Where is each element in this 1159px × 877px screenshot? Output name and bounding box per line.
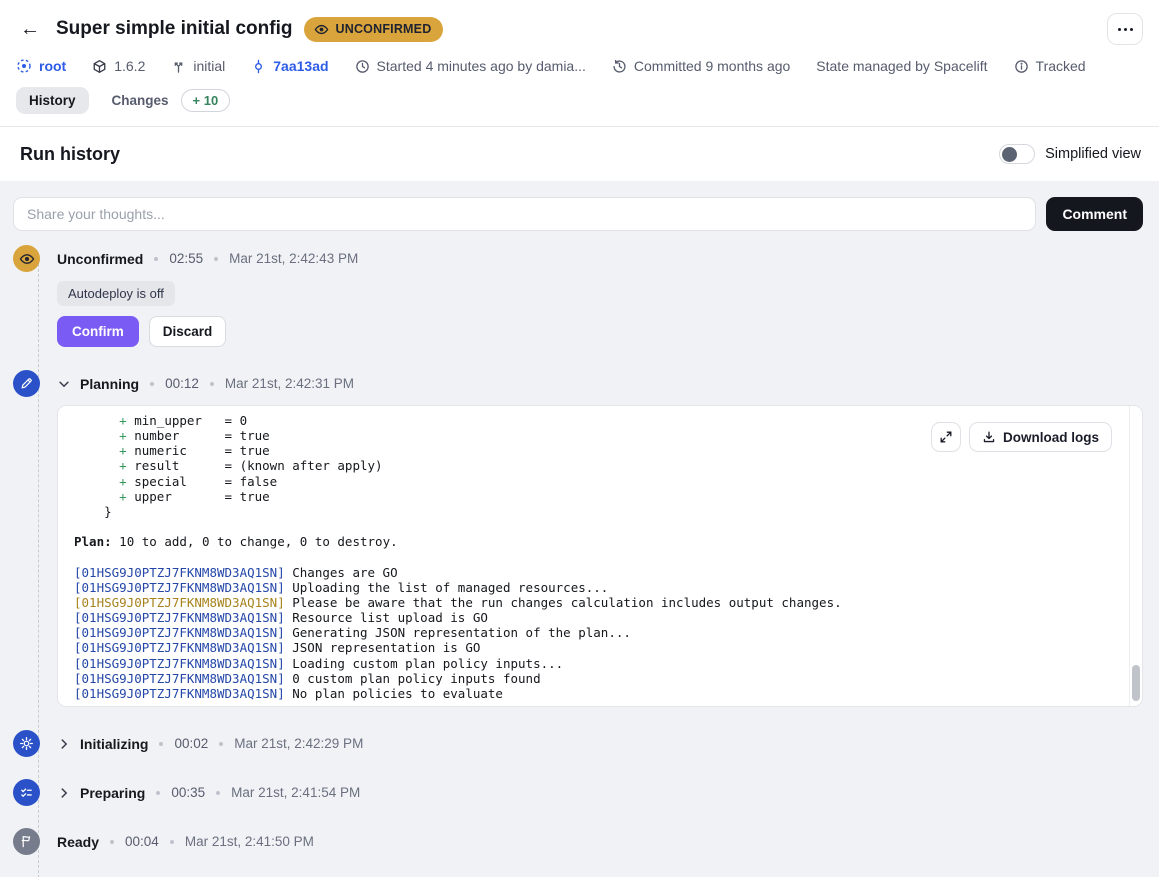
info-icon	[1014, 59, 1029, 74]
chevron-right-icon[interactable]	[57, 737, 71, 751]
meta-state-managed: State managed by Spacelift	[816, 58, 987, 74]
meta-started: Started 4 minutes ago by damia...	[355, 58, 586, 74]
confirm-button[interactable]: Confirm	[57, 316, 139, 347]
entry-timestamp: Mar 21st, 2:42:31 PM	[225, 376, 354, 391]
version-label: 1.6.2	[114, 58, 145, 74]
page-title: Super simple initial config	[56, 18, 292, 40]
entry-name: Ready	[57, 834, 99, 850]
entry-duration: 00:04	[125, 834, 159, 849]
autodeploy-badge: Autodeploy is off	[57, 281, 175, 306]
tab-history[interactable]: History	[16, 87, 89, 114]
log-line: [01HSG9J0PTZJ7FKNM8WD3AQ1SN] Loading cus…	[74, 656, 1126, 671]
planning-log-panel: + min_upper = 0 + number = true + numeri…	[57, 405, 1143, 707]
checklist-icon	[13, 779, 40, 806]
log-line	[74, 519, 1126, 534]
tracked-label: Tracked	[1036, 58, 1086, 74]
entry-duration: 02:55	[169, 251, 203, 266]
log-line: + upper = true	[74, 489, 1126, 504]
meta-branch: initial	[171, 58, 225, 74]
simplified-view-toggle[interactable]	[999, 144, 1035, 164]
pencil-icon	[13, 370, 40, 397]
meta-version: 1.6.2	[92, 58, 145, 74]
entry-name: Unconfirmed	[57, 251, 143, 267]
comment-button[interactable]: Comment	[1046, 197, 1143, 231]
log-scrollbar-thumb[interactable]	[1132, 665, 1140, 701]
branch-label: initial	[193, 58, 225, 74]
log-line: [01HSG9J0PTZJ7FKNM8WD3AQ1SN] No plan pol…	[74, 686, 1126, 701]
chevron-right-icon[interactable]	[57, 786, 71, 800]
simplified-view-label: Simplified view	[1045, 146, 1141, 162]
log-line: [01HSG9J0PTZJ7FKNM8WD3AQ1SN] Changes are…	[74, 565, 1126, 580]
eye-icon	[314, 22, 329, 37]
more-actions-button[interactable]	[1107, 13, 1143, 45]
log-line: [01HSG9J0PTZJ7FKNM8WD3AQ1SN] Uploading t…	[74, 580, 1126, 595]
log-line: }	[74, 504, 1126, 519]
entry-name: Planning	[80, 376, 139, 392]
meta-tracked: Tracked	[1014, 58, 1086, 74]
timeline-entry-planning: Planning 00:12 Mar 21st, 2:42:31 PM + mi…	[13, 370, 1143, 714]
flag-icon	[13, 828, 40, 855]
section-title: Run history	[20, 144, 120, 165]
log-line: [01HSG9J0PTZJ7FKNM8WD3AQ1SN] Please be a…	[74, 595, 1126, 610]
timeline-entry-initializing: Initializing 00:02 Mar 21st, 2:42:29 PM	[13, 730, 1143, 757]
gear-icon	[13, 730, 40, 757]
commit-link[interactable]: 7aa13ad	[273, 58, 328, 74]
log-line: + special = false	[74, 474, 1126, 489]
clock-history-icon	[612, 59, 627, 74]
discard-button[interactable]: Discard	[149, 316, 227, 347]
entry-name: Preparing	[80, 785, 145, 801]
commit-icon	[251, 59, 266, 74]
cube-icon	[92, 59, 107, 74]
log-scrollbar[interactable]	[1129, 406, 1142, 706]
committed-label: Committed 9 months ago	[634, 58, 790, 74]
chevron-down-icon[interactable]	[57, 377, 71, 391]
changes-count-badge[interactable]: + 10	[181, 89, 231, 112]
state-managed-label: State managed by Spacelift	[816, 58, 987, 74]
run-timeline: Unconfirmed 02:55 Mar 21st, 2:42:43 PM A…	[13, 245, 1143, 877]
stack-header: ← Super simple initial config UNCONFIRME…	[0, 0, 1159, 127]
meta-committed: Committed 9 months ago	[612, 58, 790, 74]
entry-name: Initializing	[80, 736, 148, 752]
expand-logs-button[interactable]	[931, 422, 961, 452]
back-button[interactable]: ←	[16, 17, 44, 41]
entry-duration: 00:12	[165, 376, 199, 391]
entry-duration: 00:35	[171, 785, 205, 800]
log-line: + result = (known after apply)	[74, 458, 1126, 473]
entry-timestamp: Mar 21st, 2:41:50 PM	[185, 834, 314, 849]
eye-icon	[13, 245, 40, 272]
download-logs-button[interactable]: Download logs	[969, 422, 1112, 452]
timeline-entry-unconfirmed: Unconfirmed 02:55 Mar 21st, 2:42:43 PM A…	[13, 245, 1143, 353]
timeline-entry-ready: Ready 00:04 Mar 21st, 2:41:50 PM	[13, 828, 1143, 855]
meta-commit[interactable]: 7aa13ad	[251, 58, 328, 74]
tab-bar: History Changes + 10	[16, 87, 1143, 126]
comment-input[interactable]	[13, 197, 1036, 231]
entry-timestamp: Mar 21st, 2:42:43 PM	[229, 251, 358, 266]
status-badge: UNCONFIRMED	[304, 17, 443, 42]
log-line: [01HSG9J0PTZJ7FKNM8WD3AQ1SN] Resource li…	[74, 610, 1126, 625]
status-badge-label: UNCONFIRMED	[335, 22, 431, 36]
meta-space[interactable]: root	[16, 58, 66, 74]
space-link[interactable]: root	[39, 58, 66, 74]
timeline-entry-preparing: Preparing 00:35 Mar 21st, 2:41:54 PM	[13, 779, 1143, 806]
run-history-bar: Run history Simplified view	[0, 127, 1159, 181]
log-line: [01HSG9J0PTZJ7FKNM8WD3AQ1SN] 0 custom pl…	[74, 671, 1126, 686]
run-history-content: Comment Unconfirmed 02:55 Mar 21st, 2:42…	[0, 181, 1159, 877]
space-icon	[16, 58, 32, 74]
download-icon	[982, 430, 996, 444]
stack-meta-row: root 1.6.2 initial 7aa1	[16, 58, 1143, 74]
entry-timestamp: Mar 21st, 2:41:54 PM	[231, 785, 360, 800]
expand-icon	[939, 430, 953, 444]
download-logs-label: Download logs	[1003, 430, 1099, 445]
entry-duration: 00:02	[174, 736, 208, 751]
entry-timestamp: Mar 21st, 2:42:29 PM	[234, 736, 363, 751]
log-line	[74, 549, 1126, 564]
log-line: Plan: 10 to add, 0 to change, 0 to destr…	[74, 534, 1126, 549]
log-line: [01HSG9J0PTZJ7FKNM8WD3AQ1SN] Generating …	[74, 625, 1126, 640]
log-line: [01HSG9J0PTZJ7FKNM8WD3AQ1SN] JSON repres…	[74, 640, 1126, 655]
tab-changes[interactable]: Changes	[99, 87, 173, 114]
started-label: Started 4 minutes ago by damia...	[377, 58, 586, 74]
clock-icon	[355, 59, 370, 74]
branch-icon	[171, 59, 186, 74]
